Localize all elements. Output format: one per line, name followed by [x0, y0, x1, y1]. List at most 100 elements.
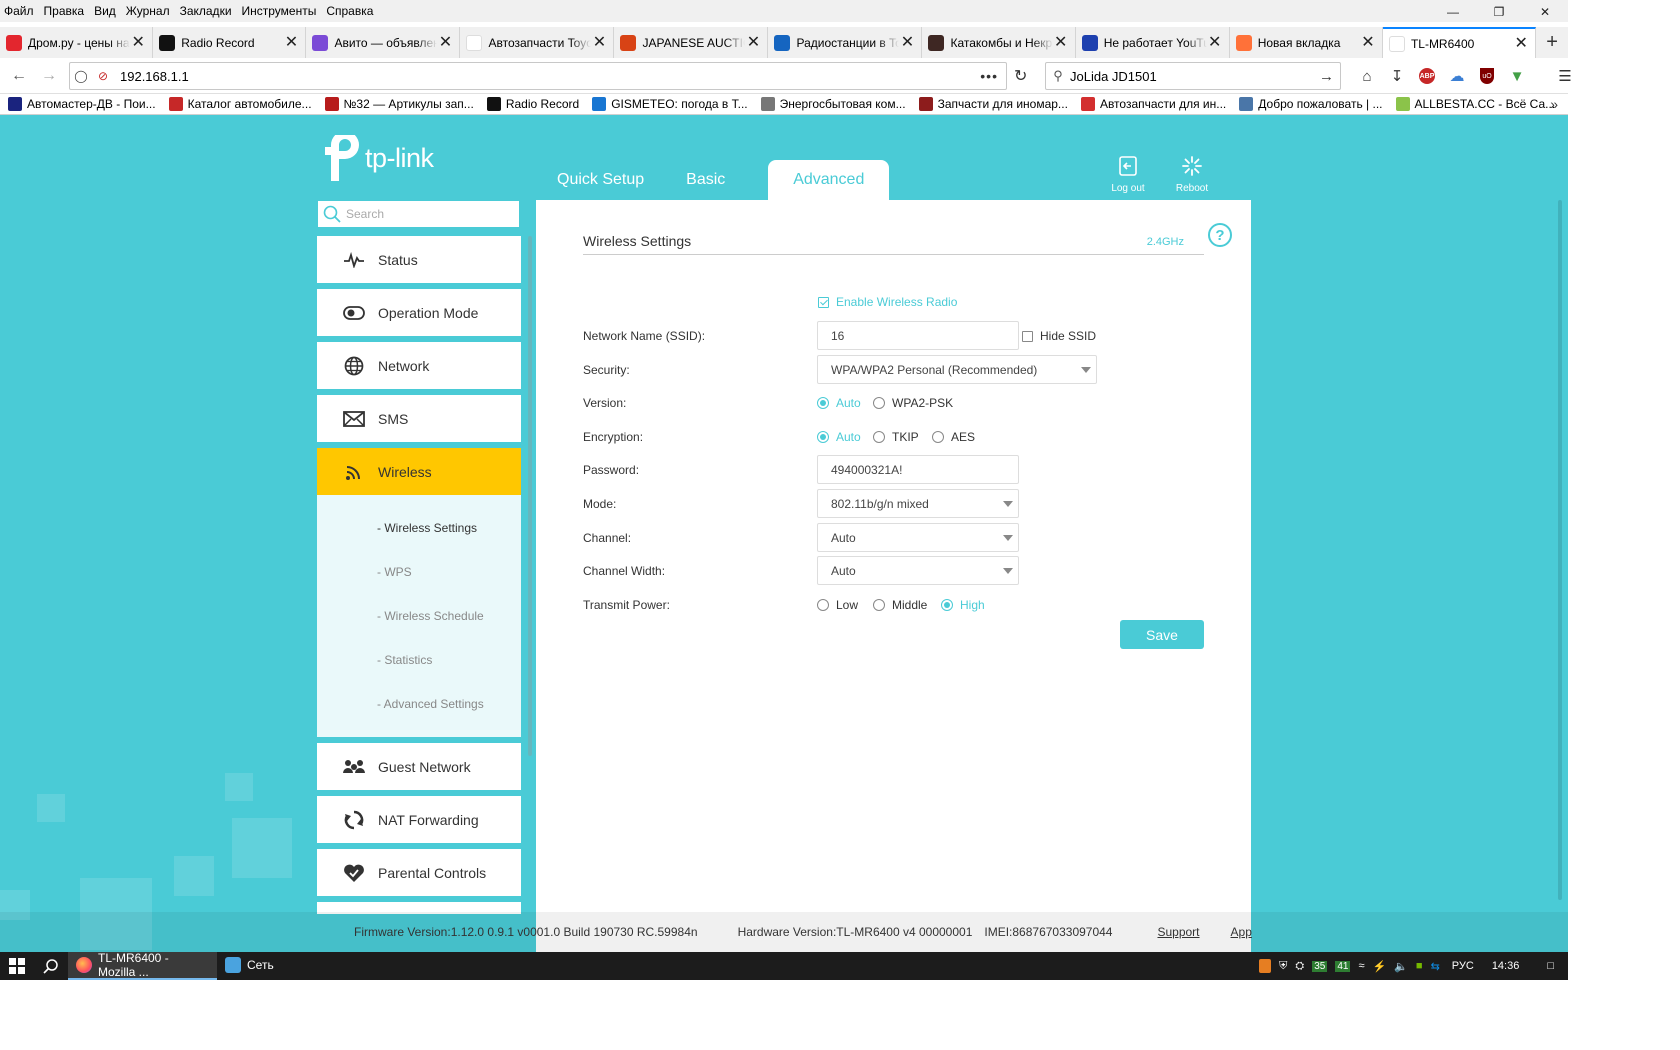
- taskbar-app-firefox[interactable]: TL-MR6400 - Mozilla ...: [68, 951, 217, 980]
- close-tab-icon[interactable]: ✕: [899, 34, 915, 51]
- adblock-icon[interactable]: ABP: [1412, 64, 1442, 88]
- radio-dot[interactable]: [817, 397, 829, 409]
- browser-tab[interactable]: Не работает YouTu ✕: [1076, 27, 1230, 58]
- submenu-statistics[interactable]: - Statistics: [317, 653, 521, 697]
- browser-tab[interactable]: Новая вкладка ✕: [1230, 27, 1383, 58]
- mode-value[interactable]: 802.11b/g/n mixed: [831, 497, 929, 511]
- tab-quick-setup[interactable]: Quick Setup: [536, 160, 665, 200]
- insecure-lock-icon[interactable]: ⊘: [92, 69, 114, 83]
- checkbox-box[interactable]: [818, 296, 829, 308]
- ssid-value[interactable]: 16: [831, 329, 844, 343]
- taskbar-app-network[interactable]: Сеть: [217, 952, 282, 980]
- search-text[interactable]: JoLida JD1501: [1070, 69, 1157, 84]
- search-go-icon[interactable]: →: [1319, 68, 1334, 85]
- tab-advanced[interactable]: Advanced: [768, 160, 890, 200]
- sidebar-scrollbar-thumb[interactable]: [528, 236, 532, 756]
- teamviewer-icon[interactable]: ⇆: [1431, 960, 1440, 973]
- radio-dot[interactable]: [873, 397, 885, 409]
- minimize-icon[interactable]: —: [1430, 0, 1476, 24]
- encryption-auto-radio[interactable]: Auto: [817, 430, 861, 444]
- bookmark-item[interactable]: Каталог автомобиле...: [168, 97, 312, 111]
- tray-shield-icon[interactable]: ⛭: [1295, 960, 1304, 973]
- wifi-tray-icon[interactable]: ≈: [1358, 960, 1364, 972]
- mode-select[interactable]: 802.11b/g/n mixed: [817, 489, 1019, 518]
- notifications-icon[interactable]: □: [1547, 960, 1554, 972]
- help-icon[interactable]: ?: [1208, 223, 1232, 247]
- sidebar-item-guest-network[interactable]: Guest Network: [317, 743, 521, 790]
- tray-security-icon[interactable]: ⛨: [1279, 960, 1287, 973]
- taskbar-search-icon[interactable]: [34, 952, 68, 980]
- volume-icon[interactable]: 🔈: [1394, 960, 1408, 973]
- ssid-input[interactable]: 16: [817, 321, 1019, 350]
- browser-tab[interactable]: Радиостанции в To ✕: [768, 27, 923, 58]
- menu-file[interactable]: Файл: [0, 4, 39, 18]
- tray-badge-1[interactable]: 35: [1312, 960, 1328, 972]
- new-tab-icon[interactable]: +: [1536, 27, 1568, 58]
- tab-title[interactable]: Дром.ру - цены на: [28, 36, 130, 50]
- bookmark-item[interactable]: Автомастер-ДВ - Пои...: [8, 97, 156, 111]
- cloud-icon[interactable]: ☁: [1442, 64, 1472, 88]
- forward-icon[interactable]: →: [34, 61, 64, 91]
- ublock-icon[interactable]: uO: [1472, 64, 1502, 88]
- bookmark-item[interactable]: Запчасти для иномар...: [918, 97, 1068, 111]
- app-link[interactable]: App: [1231, 925, 1252, 939]
- close-tab-icon[interactable]: ✕: [591, 34, 607, 51]
- clock[interactable]: 14:36: [1492, 960, 1520, 972]
- close-tab-icon[interactable]: ✕: [1513, 35, 1529, 52]
- version-wpa2-psk-radio[interactable]: WPA2-PSK: [873, 396, 953, 410]
- back-icon[interactable]: ←: [4, 61, 34, 91]
- restore-icon[interactable]: ❐: [1476, 0, 1522, 24]
- transmit-middle-radio[interactable]: Middle: [873, 598, 927, 612]
- support-link[interactable]: Support: [1157, 925, 1199, 939]
- browser-tab[interactable]: Дром.ру - цены на ✕: [0, 27, 154, 58]
- version-auto-radio[interactable]: Auto: [817, 396, 861, 410]
- bookmark-item[interactable]: №32 — Артикулы зап...: [324, 97, 474, 111]
- chevron-down-icon[interactable]: [1003, 535, 1013, 541]
- logout-button[interactable]: Log out: [1104, 155, 1152, 194]
- close-tab-icon[interactable]: ✕: [1360, 34, 1376, 51]
- bookmark-item[interactable]: Автозапчасти для ин...: [1080, 97, 1226, 111]
- menu-help[interactable]: Справка: [321, 4, 378, 18]
- tray-badge-2[interactable]: 41: [1335, 960, 1351, 972]
- browser-tab[interactable]: Катакомбы и Некр ✕: [922, 27, 1076, 58]
- tab-basic[interactable]: Basic: [665, 160, 746, 200]
- channel-width-value[interactable]: Auto: [831, 564, 856, 578]
- submenu-wps[interactable]: - WPS: [317, 565, 521, 609]
- sidebar-item-wireless[interactable]: Wireless: [317, 448, 521, 495]
- home-icon[interactable]: ⌂: [1352, 64, 1382, 88]
- bookmark-item[interactable]: GISMETEO: погода в Т...: [592, 97, 748, 111]
- hide-ssid-checkbox[interactable]: Hide SSID: [1022, 329, 1096, 343]
- bookmark-item[interactable]: Radio Record: [486, 97, 579, 111]
- language-indicator[interactable]: РУС: [1452, 960, 1474, 972]
- close-tab-icon[interactable]: ✕: [130, 34, 146, 51]
- close-tab-icon[interactable]: ✕: [283, 34, 299, 51]
- chevron-down-icon[interactable]: [1081, 367, 1091, 373]
- tab-title[interactable]: Авито — объявлен: [334, 36, 437, 50]
- submenu-wireless-settings[interactable]: - Wireless Settings: [317, 521, 521, 565]
- tab-title[interactable]: Радиостанции в To: [796, 36, 899, 50]
- url-text[interactable]: 192.168.1.1: [120, 69, 189, 84]
- password-input[interactable]: 494000321A!: [817, 455, 1019, 484]
- checkbox-box[interactable]: [1022, 330, 1033, 342]
- power-icon[interactable]: ⚡: [1373, 960, 1387, 973]
- sidebar-item-sms[interactable]: SMS: [317, 395, 521, 442]
- sidebar-item-network[interactable]: Network: [317, 342, 521, 389]
- password-value[interactable]: 494000321A!: [831, 463, 902, 477]
- extension-download-icon[interactable]: ▼: [1502, 64, 1532, 88]
- radio-dot[interactable]: [941, 599, 953, 611]
- radio-dot[interactable]: [932, 431, 944, 443]
- tab-title[interactable]: Новая вкладка: [1258, 36, 1360, 50]
- encryption-aes-radio[interactable]: AES: [932, 430, 975, 444]
- bookmark-item[interactable]: Добро пожаловать | ...: [1239, 97, 1383, 111]
- transmit-low-radio[interactable]: Low: [817, 598, 858, 612]
- radio-dot[interactable]: [873, 431, 885, 443]
- menu-view[interactable]: Вид: [89, 4, 121, 18]
- browser-tab[interactable]: Авито — объявлен ✕: [306, 27, 461, 58]
- hamburger-menu-icon[interactable]: ☰: [1550, 64, 1580, 88]
- close-tab-icon[interactable]: ✕: [1053, 34, 1069, 51]
- menu-history[interactable]: Журнал: [121, 4, 175, 18]
- reboot-button[interactable]: Reboot: [1168, 155, 1216, 194]
- save-button[interactable]: Save: [1120, 620, 1204, 649]
- transmit-high-radio[interactable]: High: [941, 598, 985, 612]
- close-window-icon[interactable]: ✕: [1522, 0, 1568, 24]
